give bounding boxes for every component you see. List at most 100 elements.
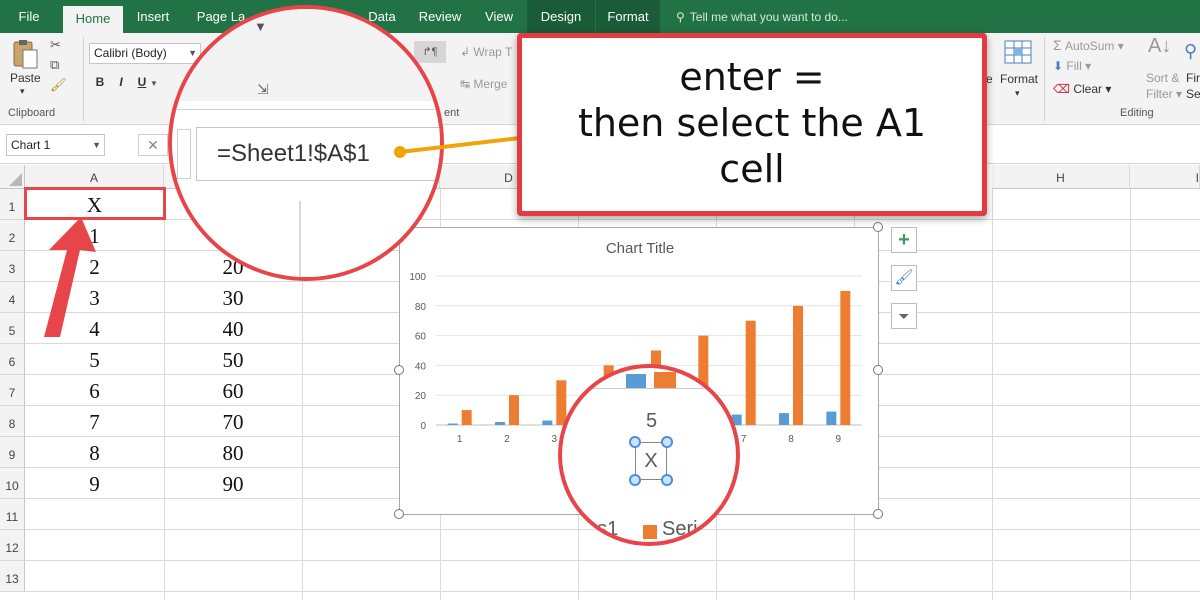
sort-filter-label-2[interactable]: Filter ▾ [1146,87,1182,101]
paste-button[interactable]: Paste [10,71,41,85]
callout-line-1: enter = [679,55,825,99]
red-arrow-annotation [44,217,96,337]
row-header[interactable]: 7 [0,375,25,406]
cell-a[interactable]: 6 [25,377,164,405]
row-header[interactable]: 11 [0,499,25,530]
row-header[interactable]: 8 [0,406,25,437]
name-box[interactable]: Chart 1 ▼ [6,134,105,156]
format-dropdown-icon[interactable]: ▾ [1015,88,1020,99]
row-header[interactable]: 4 [0,282,25,313]
cell-a[interactable]: 8 [25,439,164,467]
tab-file[interactable]: File [8,0,50,33]
underline-button[interactable]: U [133,75,151,89]
tab-view[interactable]: View [478,0,520,33]
cell-b[interactable]: 60 [164,377,302,405]
find-select-label-2[interactable]: Sel [1186,87,1200,101]
row-header[interactable]: 5 [0,313,25,344]
cell-b[interactable]: 50 [164,346,302,374]
row-header[interactable]: 10 [0,468,25,499]
format-button[interactable]: Format [1000,72,1038,86]
cell-a[interactable]: 7 [25,408,164,436]
legend-series2-swatch [643,525,657,539]
magnified-cancel-box [177,129,191,179]
wrap-text-button[interactable]: ↲ Wrap T [460,45,512,59]
tab-chart-format[interactable]: Format [596,0,660,33]
cell-b[interactable]: 90 [164,470,302,498]
row-header[interactable]: 13 [0,561,25,592]
chart-bar-series1 [495,422,505,425]
find-select-icon[interactable]: ⚲ [1184,41,1197,62]
row-header[interactable]: 6 [0,344,25,375]
chart-resize-handle[interactable] [394,509,404,519]
callout-line-2: then select the A1 [577,101,927,145]
chart-filters-funnel-icon[interactable]: ⏷ [891,303,917,329]
row-header[interactable]: 1 [0,189,25,220]
title-selection-handle[interactable] [661,474,673,486]
row-header[interactable]: 2 [0,220,25,251]
chart-elements-plus-icon[interactable]: + [891,227,917,253]
merge-center-button[interactable]: ↹ Merge [460,77,507,91]
chevron-down-icon: ▼ [254,19,267,34]
x-tick-label: 3 [552,434,558,445]
clear-button[interactable]: ⌫ Clear ▾ [1053,82,1111,96]
select-all-corner[interactable] [0,165,25,189]
copy-icon[interactable]: ⧉ [50,57,59,73]
column-header-h[interactable]: H [992,165,1130,189]
fill-button[interactable]: ⬇ Fill ▾ [1053,59,1091,73]
selected-chart-title[interactable]: X [635,442,667,480]
chart-resize-handle[interactable] [873,222,883,232]
paste-dropdown-icon[interactable]: ▾ [20,86,25,97]
title-selection-handle[interactable] [661,436,673,448]
cell-a[interactable]: 9 [25,470,164,498]
chart-resize-handle[interactable] [873,365,883,375]
callout-line-3: cell [719,147,785,191]
bold-button[interactable]: B [91,75,109,89]
row-header[interactable]: 12 [0,530,25,561]
callout-leader-line [394,136,521,158]
cell-b[interactable]: 70 [164,408,302,436]
format-cells-icon[interactable] [1003,37,1035,67]
row-header[interactable]: 9 [0,437,25,468]
title-selection-handle[interactable] [629,436,641,448]
cell-b[interactable]: 40 [164,315,302,343]
underline-dropdown-icon[interactable]: ▼ [150,79,158,88]
row-header[interactable]: 3 [0,251,25,282]
italic-button[interactable]: I [112,75,130,89]
autosum-button[interactable]: Σ AutoSum ▾ [1053,37,1124,53]
ribbon-divider [1044,37,1045,121]
eraser-icon: ⌫ [1053,82,1070,96]
title-selection-handle[interactable] [629,474,641,486]
x-tick-label: 2 [504,434,510,445]
x-tick-label: 7 [741,434,747,445]
tell-me-box[interactable]: ⚲ Tell me what you want to do... [676,0,848,33]
tab-insert[interactable]: Insert [130,0,176,33]
column-header-i[interactable]: I [1130,165,1200,189]
cancel-entry-icon[interactable]: ✕ [138,134,168,156]
magnified-axis [562,388,736,389]
editing-group-label: Editing [1120,107,1154,119]
cut-icon[interactable]: ✂ [50,37,61,53]
find-select-label-1[interactable]: Fir [1186,71,1200,85]
dialog-launcher-icon[interactable]: ⇲ [257,81,269,98]
sort-filter-icon[interactable]: A↓ [1148,35,1171,58]
tab-chart-design[interactable]: Design [527,0,595,33]
cell-b[interactable]: 80 [164,439,302,467]
cell-a[interactable]: 5 [25,346,164,374]
paste-icon[interactable] [10,39,40,71]
magnified-gridline [299,201,301,277]
sort-filter-label-1[interactable]: Sort & [1146,71,1179,85]
tab-home[interactable]: Home [63,6,123,33]
chart-resize-handle[interactable] [873,509,883,519]
lightbulb-icon: ⚲ [676,10,685,24]
cell-b[interactable]: 30 [164,284,302,312]
y-tick-label: 0 [420,421,426,432]
column-header-a[interactable]: A [25,165,164,189]
chart-styles-brush-icon[interactable]: 🖌 [891,265,917,291]
format-painter-icon[interactable]: 🖌 [50,77,67,93]
chart-bar-series2 [840,290,851,425]
alignment-group-label: ent [444,107,460,119]
merge-icon: ↹ [460,77,471,91]
chart-bar-series1 [542,420,553,425]
chart-resize-handle[interactable] [394,365,404,375]
chart-bar-series2 [461,410,472,425]
